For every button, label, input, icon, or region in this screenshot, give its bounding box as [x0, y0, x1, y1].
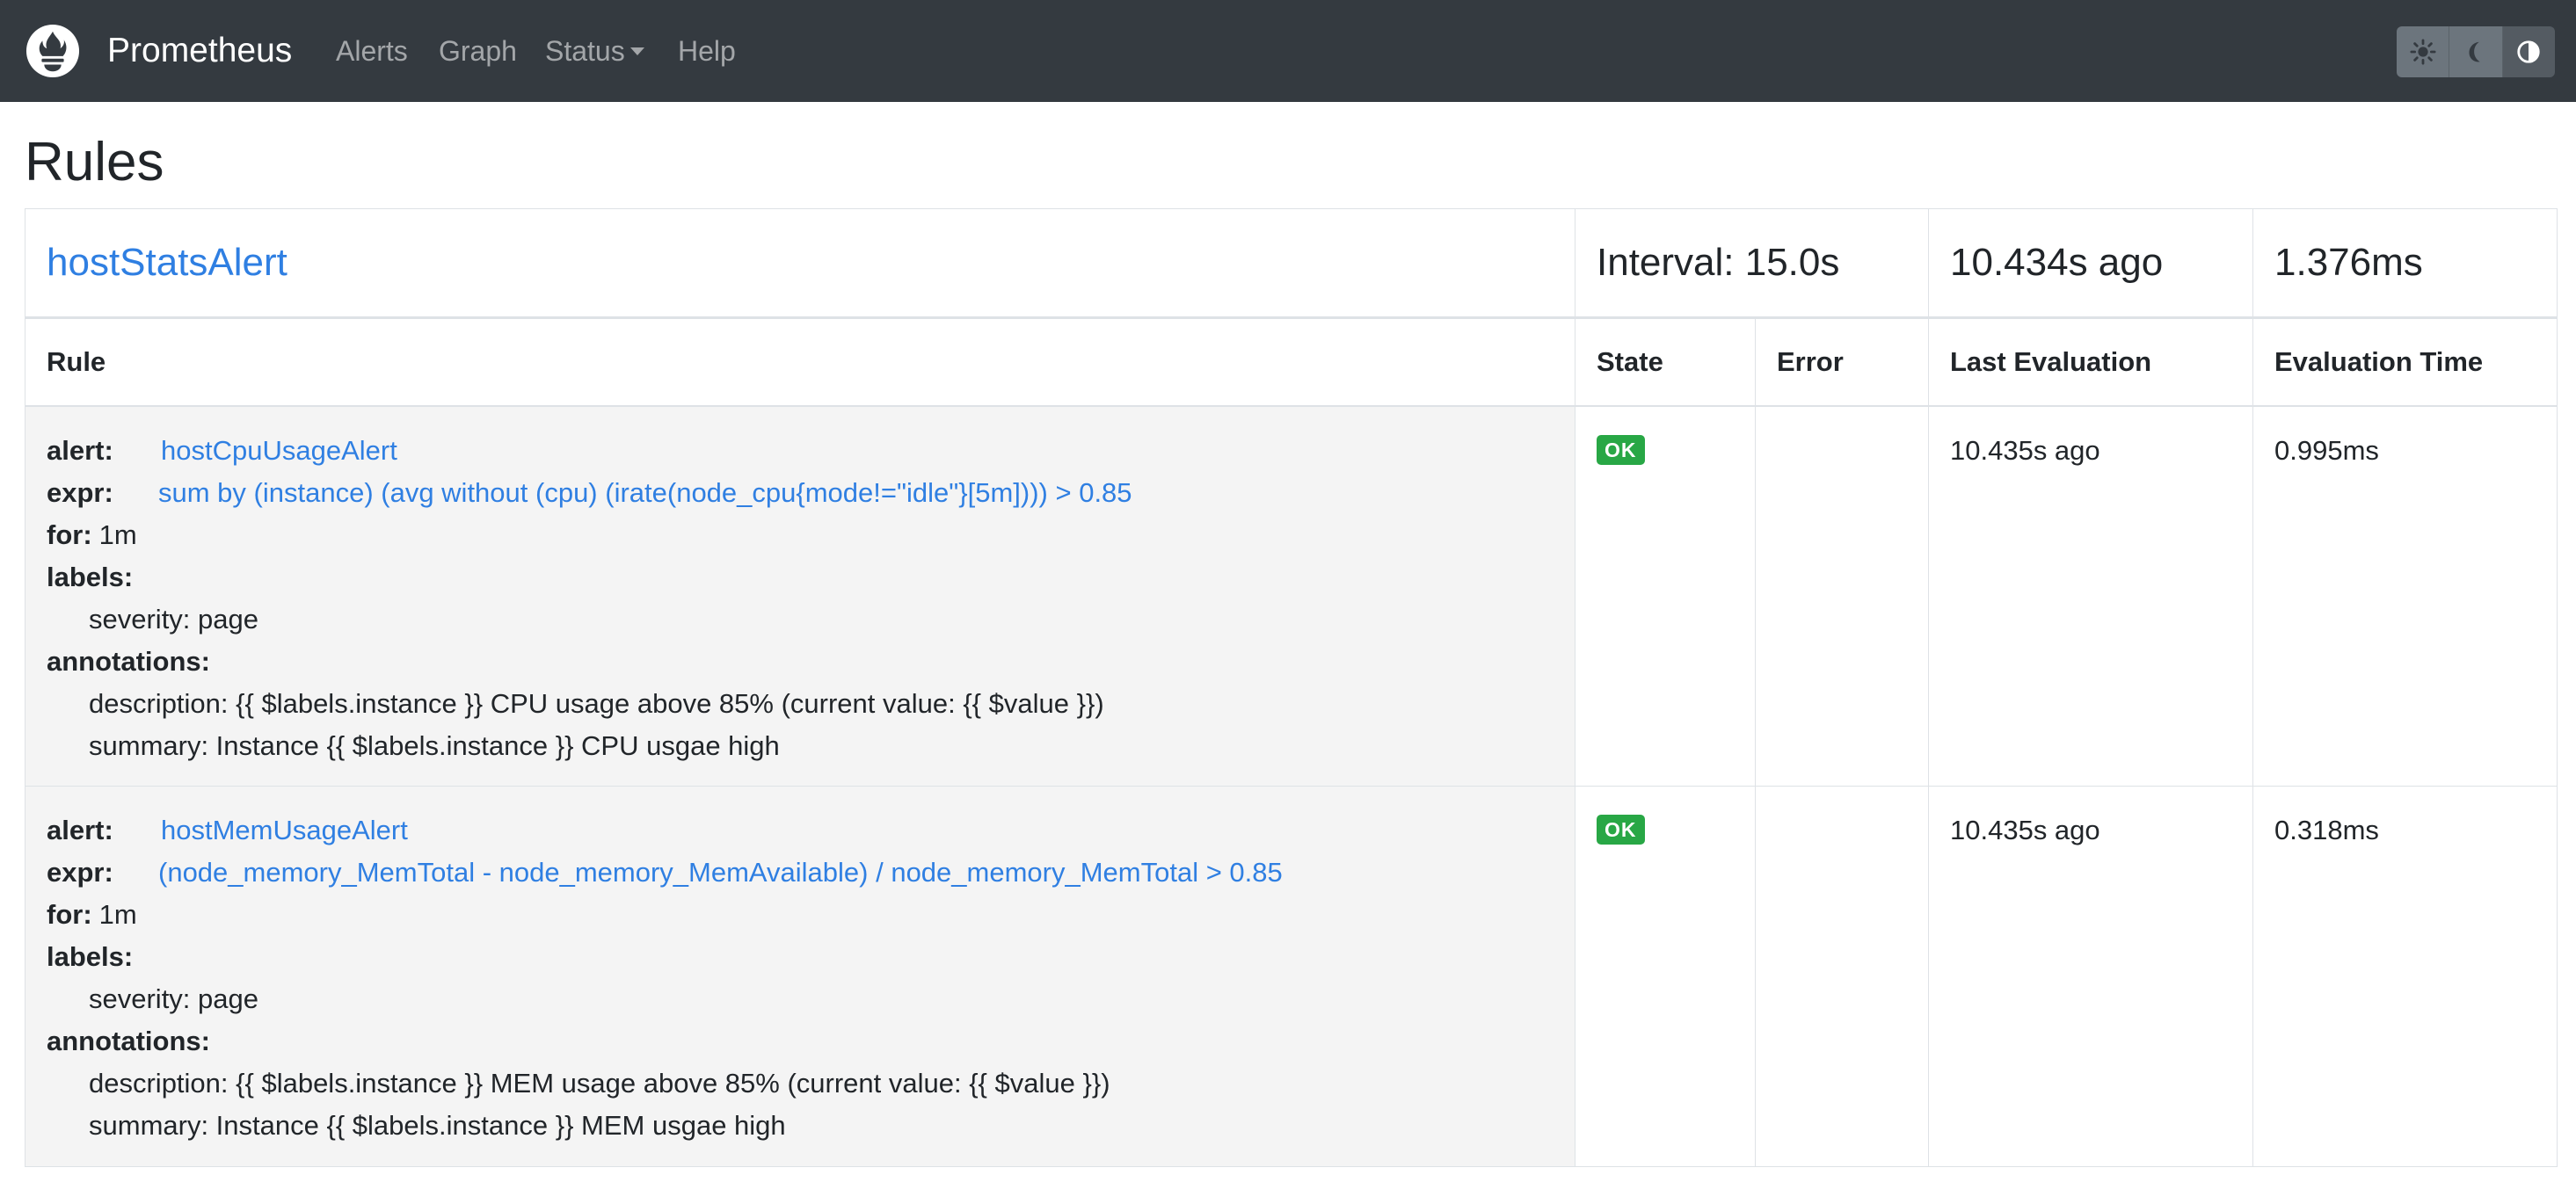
rule-expr-link[interactable]: sum by (instance) (avg without (cpu) (ir… [158, 477, 1132, 508]
rule-alert-name-link[interactable]: hostCpuUsageAlert [161, 435, 397, 466]
moon-icon [2469, 41, 2480, 62]
page-title: Rules [25, 132, 164, 192]
rule-expr-link[interactable]: (node_memory_MemTotal - node_memory_MemA… [158, 857, 1283, 888]
rule-alert-key: alert: [47, 815, 113, 845]
rule-annotation-summary: summary: Instance {{ $labels.instance }}… [89, 729, 780, 761]
rule-for-line: for: 1m [47, 894, 1554, 936]
rule-state-cell: OK [1575, 405, 1756, 787]
rule-labels-key: labels: [47, 941, 134, 972]
rule-last-evaluation: 10.435s ago [1950, 434, 2100, 466]
column-header-error: Error [1755, 317, 1929, 407]
rule-last-evaluation: 10.435s ago [1950, 815, 2100, 845]
table-row: alert: hostMemUsageAlert expr: (node_memor… [25, 786, 2558, 1167]
rule-error-cell [1755, 405, 1929, 787]
column-header-last-evaluation: Last Evaluation [1928, 317, 2253, 407]
status-badge: OK [1597, 434, 1645, 465]
rule-for-line: for: 1m [47, 514, 1554, 556]
rule-state-cell: OK [1575, 786, 1756, 1167]
rule-evaluation-time: 0.318ms [2274, 815, 2379, 845]
prometheus-logo-icon[interactable] [25, 24, 80, 78]
group-name-link[interactable]: hostStatsAlert [47, 241, 287, 284]
rule-label-item: severity: page [89, 603, 258, 635]
rule-evaluation-time-cell: 0.995ms [2252, 405, 2558, 787]
rule-definition-cell: alert: hostCpuUsageAlert expr: sum by (ins… [25, 405, 1575, 787]
column-header-rule: Rule [25, 317, 1575, 407]
brand-name[interactable]: Prometheus [107, 0, 292, 102]
rule-expr-key: expr: [47, 476, 113, 508]
sun-icon [2410, 39, 2436, 65]
rule-annotations-key: annotations: [47, 1026, 210, 1056]
rule-annotation-summary: summary: Instance {{ $labels.instance }}… [89, 1110, 786, 1141]
rule-alert-key: alert: [47, 434, 113, 466]
rule-for-value: 1m [98, 899, 137, 930]
top-navbar: Prometheus Alerts Graph Status Help [0, 0, 2576, 102]
rule-alert-line: alert: hostCpuUsageAlert [47, 430, 1554, 472]
rule-evaluation-time-cell: 0.318ms [2252, 786, 2558, 1167]
rule-last-evaluation-cell: 10.435s ago [1928, 786, 2253, 1167]
rule-annotation-description: description: {{ $labels.instance }} MEM … [89, 1068, 1110, 1099]
nav-alerts-link[interactable]: Alerts [336, 0, 408, 102]
table-header-row: Rule State Error Last Evaluation Evaluat… [25, 317, 2558, 407]
chevron-down-icon [629, 47, 644, 55]
nav-status-label: Status [545, 35, 625, 67]
group-evaluation-time: 1.376ms [2252, 208, 2558, 319]
group-interval: Interval: 15.0s [1575, 208, 1929, 319]
rule-expr-line: expr: (node_memory_MemTotal - node_memory… [47, 852, 1554, 894]
rule-alert-name-link[interactable]: hostMemUsageAlert [161, 815, 408, 845]
nav-help-link[interactable]: Help [678, 0, 736, 102]
column-header-evaluation-time: Evaluation Time [2252, 317, 2558, 407]
theme-toggle-group [2397, 26, 2555, 77]
rule-for-value: 1m [98, 519, 137, 550]
rule-annotations-key: annotations: [47, 645, 210, 677]
rule-expr-line: expr: sum by (instance) (avg without (cpu… [47, 472, 1554, 514]
rule-expr-key: expr: [47, 857, 113, 888]
rule-labels-key: labels: [47, 561, 134, 592]
group-last-evaluation: 10.434s ago [1928, 208, 2253, 319]
rule-label-item: severity: page [89, 983, 258, 1014]
rule-evaluation-time: 0.995ms [2274, 434, 2379, 466]
rule-definition-cell: alert: hostMemUsageAlert expr: (node_memor… [25, 786, 1575, 1167]
rule-alert-line: alert: hostMemUsageAlert [47, 809, 1554, 852]
dark-theme-button[interactable] [2449, 26, 2503, 77]
rule-for-key: for: [47, 519, 92, 550]
contrast-icon [2517, 40, 2540, 63]
nav-status-dropdown[interactable]: Status [545, 0, 644, 102]
table-row: alert: hostCpuUsageAlert expr: sum by (ins… [25, 405, 2558, 787]
nav-graph-link[interactable]: Graph [439, 0, 517, 102]
status-badge: OK [1597, 815, 1645, 845]
light-theme-button[interactable] [2397, 26, 2450, 77]
rule-group-header: hostStatsAlert Interval: 15.0s 10.434s a… [25, 208, 2558, 319]
rule-error-cell [1755, 786, 1929, 1167]
rule-for-key: for: [47, 899, 92, 930]
rule-annotation-description: description: {{ $labels.instance }} CPU … [89, 687, 1104, 719]
rule-last-evaluation-cell: 10.435s ago [1928, 405, 2253, 787]
rules-table: hostStatsAlert Interval: 15.0s 10.434s a… [25, 208, 2558, 1167]
group-name-cell: hostStatsAlert [25, 208, 1575, 319]
browser-theme-button[interactable] [2502, 26, 2555, 77]
column-header-state: State [1575, 317, 1756, 407]
